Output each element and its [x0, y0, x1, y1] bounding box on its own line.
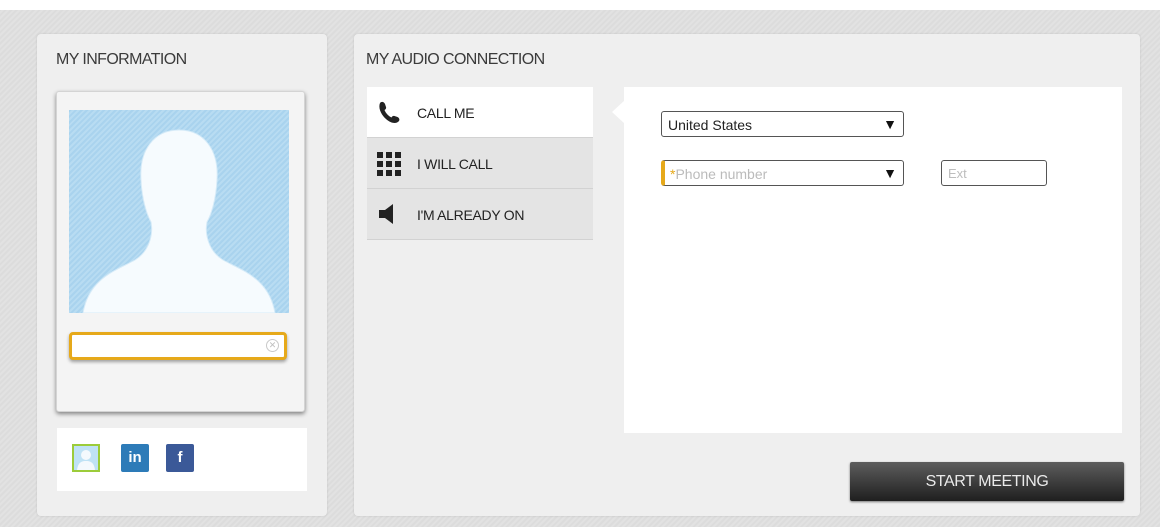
tab-already-on[interactable]: I'M ALREADY ON: [367, 189, 593, 240]
avatar[interactable]: [69, 110, 289, 313]
tab-call-me-label: CALL ME: [417, 105, 475, 121]
clear-icon[interactable]: ✕: [266, 339, 279, 352]
tab-i-will-call-label: I WILL CALL: [417, 156, 493, 172]
start-meeting-button[interactable]: START MEETING: [850, 462, 1124, 501]
my-information-panel: MY INFORMATION ✕ in f: [37, 34, 327, 516]
linkedin-button[interactable]: in: [121, 444, 149, 472]
person-icon: [77, 450, 95, 470]
social-bar: in f: [57, 428, 307, 491]
phone-number-placeholder: *Phone number: [670, 166, 767, 182]
name-input[interactable]: [72, 335, 262, 357]
ext-input[interactable]: [942, 161, 1046, 185]
ext-field[interactable]: [941, 160, 1047, 186]
person-silhouette-icon: [82, 129, 276, 313]
call-me-content: United States ▼ *Phone number ▼: [624, 87, 1122, 433]
my-audio-connection-panel: MY AUDIO CONNECTION CALL ME I WILL CALL …: [354, 34, 1140, 516]
tab-already-on-label: I'M ALREADY ON: [417, 207, 525, 223]
tab-i-will-call[interactable]: I WILL CALL: [367, 138, 593, 189]
phone-icon: [376, 100, 402, 124]
phone-number-placeholder-text: Phone number: [675, 166, 768, 182]
speaker-icon: [376, 202, 402, 226]
name-field[interactable]: ✕: [69, 332, 287, 360]
my-information-title: MY INFORMATION: [56, 51, 187, 68]
phone-number-select[interactable]: *Phone number ▼: [661, 160, 904, 186]
dropdown-arrow-icon: ▼: [883, 165, 897, 181]
my-audio-connection-title: MY AUDIO CONNECTION: [366, 51, 545, 68]
country-select[interactable]: United States ▼: [661, 111, 904, 137]
facebook-icon: f: [177, 449, 183, 466]
dropdown-arrow-icon: ▼: [883, 116, 897, 132]
avatar-card: ✕: [56, 91, 305, 412]
top-strip: [0, 0, 1160, 10]
facebook-button[interactable]: f: [166, 444, 194, 472]
tab-call-me[interactable]: CALL ME: [367, 87, 593, 138]
keypad-icon: [376, 151, 402, 176]
profile-photo-button[interactable]: [72, 444, 100, 472]
linkedin-icon: in: [128, 449, 142, 466]
country-select-value: United States: [668, 117, 753, 133]
